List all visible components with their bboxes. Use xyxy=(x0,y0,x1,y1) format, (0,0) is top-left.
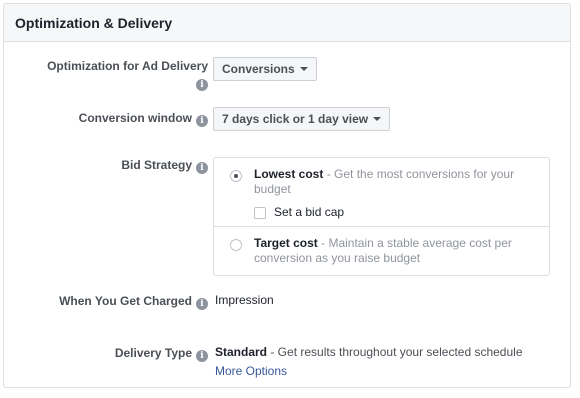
delivery-type-description: - Get results throughout your selected s… xyxy=(267,345,523,359)
target-cost-radio[interactable] xyxy=(230,239,242,251)
bid-strategy-label-text: Bid Strategy xyxy=(121,158,192,172)
delivery-type-label: Delivery Type i xyxy=(115,345,208,362)
bid-strategy-options: Lowest cost - Get the most conversions f… xyxy=(213,157,550,276)
optimization-label: Optimization for Ad Delivery xyxy=(47,58,208,74)
charged-value: Impression xyxy=(215,293,274,307)
info-icon[interactable]: i xyxy=(196,298,208,310)
lowest-cost-text: Lowest cost - Get the most conversions f… xyxy=(254,167,542,197)
conversion-window-label: Conversion window i xyxy=(79,110,208,127)
optimization-dropdown-value: Conversions xyxy=(222,62,295,76)
lowest-cost-radio[interactable] xyxy=(230,170,242,182)
delivery-type-name: Standard xyxy=(215,345,268,359)
caret-down-icon xyxy=(373,117,382,121)
conversion-window-label-text: Conversion window xyxy=(78,111,192,125)
target-cost-title: Target cost xyxy=(254,236,318,250)
bid-strategy-label: Bid Strategy i xyxy=(121,157,208,174)
charged-label: When You Get Charged i xyxy=(59,293,208,310)
bid-cap-label[interactable]: Set a bid cap xyxy=(274,205,344,219)
target-cost-text: Target cost - Maintain a stable average … xyxy=(254,236,542,266)
conversion-window-dropdown[interactable]: 7 days click or 1 day view xyxy=(213,107,391,131)
info-icon[interactable]: i xyxy=(196,350,208,362)
delivery-type-label-text: Delivery Type xyxy=(114,346,192,360)
charged-label-text: When You Get Charged xyxy=(59,294,192,308)
optimization-label-text: Optimization for Ad Delivery xyxy=(47,59,208,73)
lowest-cost-title: Lowest cost xyxy=(254,167,324,181)
conversion-window-dropdown-value: 7 days click or 1 day view xyxy=(222,112,369,126)
panel-title: Optimization & Delivery xyxy=(15,14,173,31)
bid-option-target-cost[interactable]: Target cost - Maintain a stable average … xyxy=(214,227,549,275)
more-options-link[interactable]: More Options xyxy=(215,364,287,378)
delivery-type-value: Standard - Get results throughout your s… xyxy=(215,345,523,359)
bid-cap-checkbox[interactable] xyxy=(254,207,266,219)
info-icon[interactable]: i xyxy=(196,115,208,127)
optimization-dropdown[interactable]: Conversions xyxy=(213,57,317,81)
info-icon[interactable]: i xyxy=(196,79,208,91)
optimization-info: i xyxy=(192,74,208,91)
caret-down-icon xyxy=(299,67,308,71)
bid-option-lowest-cost[interactable]: Lowest cost - Get the most conversions f… xyxy=(214,158,549,226)
info-icon[interactable]: i xyxy=(196,162,208,174)
panel-header: Optimization & Delivery xyxy=(4,4,570,42)
